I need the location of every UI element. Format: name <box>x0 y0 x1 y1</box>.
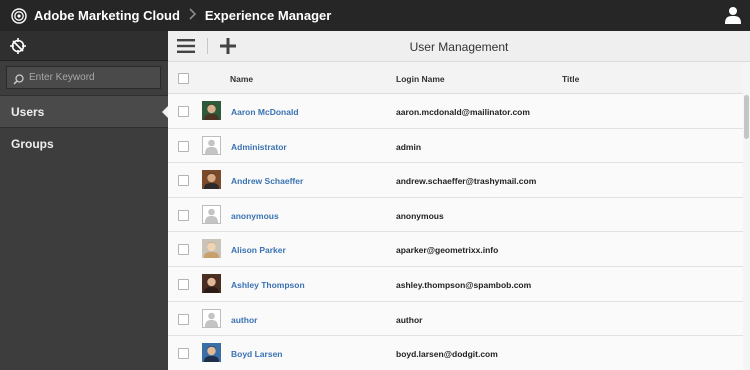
select-all-checkbox[interactable] <box>178 73 189 84</box>
top-bar: Adobe Marketing Cloud Experience Manager <box>0 0 750 31</box>
default-avatar-icon <box>202 135 221 155</box>
login-name-cell: anonymous <box>396 210 444 221</box>
user-name-link[interactable]: anonymous <box>231 211 279 221</box>
user-name-link[interactable]: Boyd Larsen <box>231 349 283 359</box>
user-photo-avatar <box>202 101 221 120</box>
row-checkbox[interactable] <box>178 278 189 290</box>
table-row[interactable]: Aaron McDonald aaron.mcdonald@mailinator.… <box>168 94 743 129</box>
row-checkbox[interactable] <box>178 313 189 325</box>
rail-header <box>0 31 168 61</box>
scrollbar-thumb[interactable] <box>744 95 749 139</box>
brand-title[interactable]: Adobe Marketing Cloud <box>34 8 180 23</box>
sidebar-item-label: Users <box>11 105 45 119</box>
user-photo-avatar <box>202 170 221 190</box>
row-checkbox[interactable] <box>178 106 189 117</box>
login-name-cell: boyd.larsen@dodgit.com <box>396 349 498 360</box>
login-name-cell: aparker@geometrixx.info <box>396 245 499 256</box>
sidebar-item-label: Groups <box>11 137 54 151</box>
user-name-link[interactable]: author <box>231 315 257 325</box>
table-header: Name Login Name Title <box>168 62 743 94</box>
user-name-link[interactable]: Ashley Thompson <box>231 280 305 290</box>
search-icon <box>13 72 24 85</box>
login-name-cell: andrew.schaeffer@trashymail.com <box>396 176 537 187</box>
table-row[interactable]: Boyd Larsen boyd.larsen@dodgit.com <box>168 336 743 370</box>
table-row[interactable]: Andrew Schaeffer andrew.schaeffer@trashym… <box>168 163 743 198</box>
row-checkbox[interactable] <box>178 209 189 221</box>
sidebar-item-users[interactable]: Users <box>0 95 168 127</box>
adobe-marketing-cloud-logo-icon[interactable] <box>11 7 27 24</box>
user-name-link[interactable]: Andrew Schaeffer <box>231 176 303 186</box>
breadcrumb-chevron-icon <box>189 8 197 23</box>
default-avatar-icon <box>202 308 221 328</box>
login-name-cell: author <box>396 314 423 325</box>
navigation-compass-icon[interactable] <box>9 37 27 55</box>
row-checkbox[interactable] <box>178 175 189 187</box>
row-checkbox[interactable] <box>178 244 189 256</box>
sidebar: Users Groups <box>0 31 168 370</box>
keyword-search[interactable] <box>6 66 161 89</box>
table-row[interactable]: author author <box>168 301 743 337</box>
column-header-name[interactable]: Name <box>230 74 253 84</box>
column-header-title[interactable]: Title <box>562 74 579 84</box>
user-name-link[interactable]: Administrator <box>231 142 287 152</box>
login-name-cell: ashley.thompson@spambob.com <box>396 279 532 290</box>
user-name-link[interactable]: Aaron McDonald <box>231 107 299 117</box>
user-photo-avatar <box>202 239 221 259</box>
user-photo-avatar <box>202 273 221 293</box>
table-row[interactable]: Administrator admin <box>168 128 743 164</box>
user-photo-avatar <box>202 343 221 363</box>
main-panel: User Management Name Login Name Title Aa… <box>168 31 750 370</box>
table-row[interactable]: anonymous anonymous <box>168 197 743 233</box>
product-title[interactable]: Experience Manager <box>205 8 331 23</box>
row-checkbox[interactable] <box>178 140 189 152</box>
user-account-icon[interactable] <box>725 6 741 24</box>
column-header-login-name[interactable]: Login Name <box>396 74 445 84</box>
vertical-scrollbar[interactable] <box>743 62 750 370</box>
page-title: User Management <box>409 40 509 54</box>
row-checkbox[interactable] <box>178 348 189 360</box>
search-input[interactable] <box>29 72 149 83</box>
table-row[interactable]: Alison Parker aparker@geometrixx.info <box>168 232 743 267</box>
user-name-link[interactable]: Alison Parker <box>231 245 286 255</box>
sidebar-item-groups[interactable]: Groups <box>0 127 168 159</box>
toolbar: User Management <box>168 31 750 62</box>
login-name-cell: aaron.mcdonald@mailinator.com <box>396 107 530 117</box>
login-name-cell: admin <box>396 141 422 152</box>
default-avatar-icon <box>202 204 221 224</box>
table-row[interactable]: Ashley Thompson ashley.thompson@spambob.c… <box>168 266 743 302</box>
user-table-body: Aaron McDonald aaron.mcdonald@mailinator.… <box>168 94 743 370</box>
